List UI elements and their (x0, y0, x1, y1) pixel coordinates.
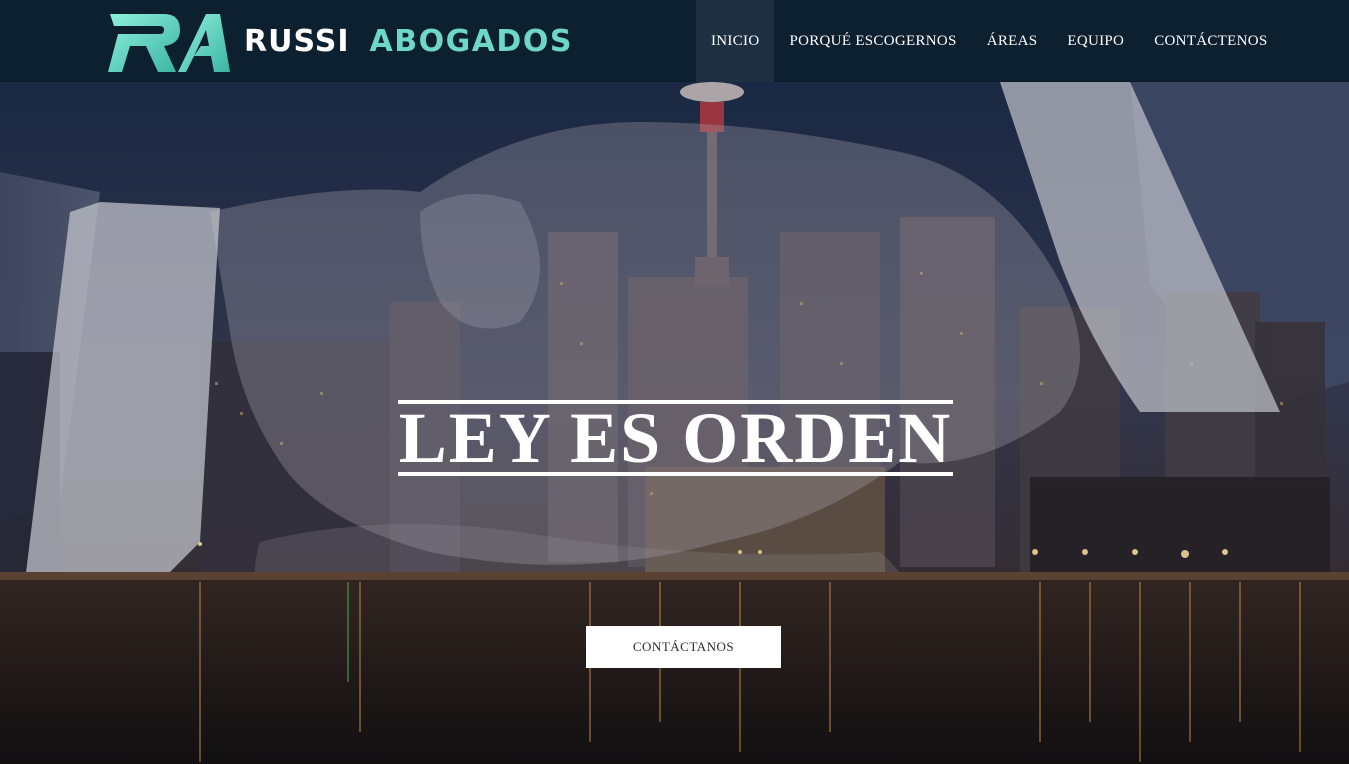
ra-monogram-icon (108, 14, 230, 72)
site-header: RUSSI ABOGADOS INICIO PORQUÉ ESCOGERNOS … (0, 0, 1349, 82)
nav-item-inicio[interactable]: INICIO (696, 0, 775, 82)
hero-section: LEY ES ORDEN CONTÁCTANOS (0, 82, 1349, 764)
nav-item-contactenos[interactable]: CONTÁCTENOS (1139, 0, 1282, 82)
nav-item-porque-escogernos[interactable]: PORQUÉ ESCOGERNOS (774, 0, 971, 82)
main-nav: INICIO PORQUÉ ESCOGERNOS ÁREAS EQUIPO CO… (696, 0, 1283, 82)
brand-name-part1: RUSSI (244, 23, 350, 59)
brand-name-part2: ABOGADOS (369, 23, 573, 59)
nav-item-areas[interactable]: ÁREAS (972, 0, 1053, 82)
contactanos-button[interactable]: CONTÁCTANOS (586, 626, 781, 668)
brand-logo[interactable]: RUSSI ABOGADOS (106, 12, 573, 74)
hero-headline: LEY ES ORDEN (398, 398, 953, 479)
nav-item-equipo[interactable]: EQUIPO (1052, 0, 1139, 82)
